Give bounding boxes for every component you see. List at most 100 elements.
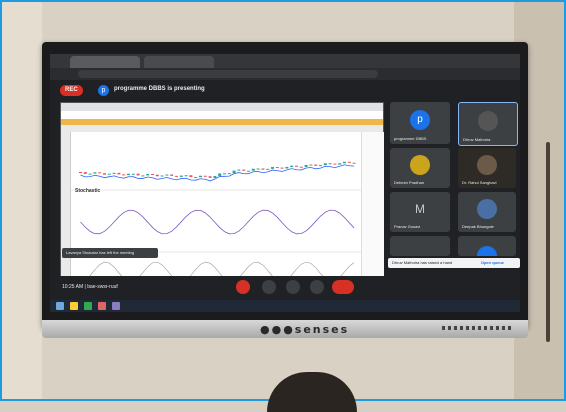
windows-taskbar xyxy=(50,300,520,312)
candle xyxy=(227,173,231,175)
indicator-label: Stochastic xyxy=(75,188,101,194)
participant-name: programme DBBS xyxy=(394,136,427,141)
candle xyxy=(98,172,102,174)
participant-tile[interactable]: M Pranav Gosavi xyxy=(390,192,450,232)
participant-avatar: p xyxy=(410,109,430,130)
participant-tile[interactable] xyxy=(458,236,516,256)
participant-tile[interactable]: Dr. Rahul Sanghavi xyxy=(458,148,516,188)
meeting-details: 10:25 AM | bae-swsr-ruuf xyxy=(62,284,118,290)
candle xyxy=(170,174,174,176)
rec-badge: REC xyxy=(60,85,83,96)
more-options-button[interactable] xyxy=(310,280,324,294)
mic-off-button[interactable] xyxy=(236,280,250,294)
participant-name: Debesh Pradhan xyxy=(394,180,425,185)
participant-tile-speaking[interactable]: Dhruv Malhotra xyxy=(458,102,518,146)
pres-tabbar xyxy=(61,103,383,111)
candle xyxy=(323,163,327,166)
candle xyxy=(194,176,198,178)
participant-tile[interactable]: p programme DBBS xyxy=(390,102,450,144)
chrome-icon[interactable] xyxy=(84,302,92,310)
candle xyxy=(83,172,87,174)
participant-name: Pranav Gosavi xyxy=(394,224,421,229)
candle xyxy=(218,173,222,176)
candle xyxy=(136,173,140,176)
participant-photo xyxy=(477,154,497,175)
participant-tile[interactable] xyxy=(390,236,450,256)
left-meeting-toast: Lavanya Shukalar has left the meeting xyxy=(62,248,158,258)
candle xyxy=(146,174,150,176)
participant-name: Dhruv Malhotra xyxy=(463,137,491,142)
candle xyxy=(299,166,303,168)
stock-chart xyxy=(71,132,361,295)
candle xyxy=(333,163,337,165)
candle xyxy=(88,173,92,175)
participant-photo xyxy=(478,110,498,131)
raise-hand-button[interactable] xyxy=(286,280,300,294)
candle xyxy=(275,167,279,169)
candle xyxy=(103,173,106,175)
candle xyxy=(141,175,145,177)
participant-photo xyxy=(410,154,430,175)
participant-name: Dr. Rahul Sanghavi xyxy=(462,180,497,185)
meeting-code: bae-swsr-ruuf xyxy=(87,284,118,290)
candle xyxy=(343,161,346,164)
candle xyxy=(295,165,298,167)
browser-tab[interactable] xyxy=(70,56,140,68)
open-queue-link[interactable]: Open queue xyxy=(481,258,504,268)
candle xyxy=(328,163,332,165)
end-call-button[interactable] xyxy=(332,280,354,294)
file-explorer-icon[interactable] xyxy=(70,302,78,310)
candle xyxy=(127,173,130,176)
chart-price-axis xyxy=(361,132,384,295)
candle xyxy=(242,169,246,171)
candle xyxy=(261,168,265,170)
candle xyxy=(271,167,274,169)
candle xyxy=(112,172,116,174)
raised-hand-text: Dhruv Malhotra has raised a hand xyxy=(392,260,453,265)
camera-button[interactable] xyxy=(262,280,276,294)
windows-start-icon[interactable] xyxy=(56,302,64,310)
candle xyxy=(304,165,308,167)
candle xyxy=(338,163,342,165)
tv-indicator-dots xyxy=(442,326,512,330)
candle xyxy=(199,175,202,178)
wall-cable xyxy=(546,142,550,342)
wall-left xyxy=(2,2,42,399)
candle xyxy=(237,169,241,171)
candle xyxy=(184,175,188,177)
candle xyxy=(213,175,217,178)
candle xyxy=(319,165,322,167)
candle xyxy=(280,167,284,169)
candle xyxy=(175,175,178,177)
candle xyxy=(223,173,226,175)
candle xyxy=(203,175,207,177)
candle xyxy=(208,176,212,178)
candle xyxy=(232,170,236,174)
meet-control-bar xyxy=(50,276,520,300)
candle xyxy=(107,173,111,175)
participant-tile[interactable]: Deepak Bhongale xyxy=(458,192,516,232)
browser-tab-active[interactable] xyxy=(144,56,214,68)
presenter-avatar: p xyxy=(98,85,109,96)
candle xyxy=(309,164,313,166)
candle xyxy=(151,174,154,176)
candle xyxy=(247,170,250,172)
participant-initial: M xyxy=(415,201,425,216)
candle xyxy=(314,164,318,166)
shared-presentation: Stochastic xyxy=(60,102,384,296)
photo-frame: ●●●senses REC p programme DBBS is presen… xyxy=(0,0,566,412)
candle xyxy=(251,168,255,171)
app-icon[interactable] xyxy=(112,302,120,310)
candle xyxy=(117,172,121,175)
candle xyxy=(79,172,82,173)
candle xyxy=(93,172,97,174)
address-field[interactable] xyxy=(78,70,378,78)
candle xyxy=(352,162,356,164)
candle xyxy=(179,175,183,177)
app-icon[interactable] xyxy=(98,302,106,310)
candle xyxy=(266,168,270,170)
participant-tile[interactable]: Debesh Pradhan xyxy=(390,148,450,188)
candle xyxy=(189,175,193,177)
candle xyxy=(122,174,126,176)
candle xyxy=(155,174,159,177)
